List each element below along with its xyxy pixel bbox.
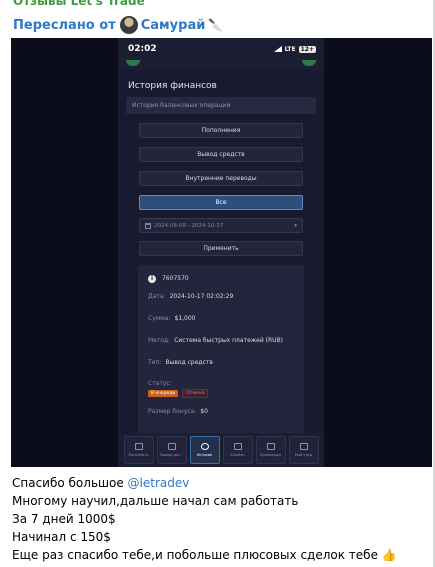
battery-icon: 12+ [298,45,316,53]
header-badge-left [126,60,140,66]
amount-label: Сумма: [148,315,171,322]
signal-icon [273,46,282,52]
status-bar: 02:02 LTE 12+ [118,38,324,60]
mention-link[interactable]: @letradev [128,476,190,490]
thumbs-up-emoji: 👍 [381,548,397,562]
withdraw-icon [167,443,176,450]
top-strip [118,60,324,70]
tab-label: История [196,453,213,457]
filter-all-button[interactable]: Все [139,195,303,210]
page-title: История финансов [128,81,217,91]
message-line-5: Еще раз спасибо тебе,и побольше плюсовых… [12,548,432,562]
trace-icon [299,443,308,450]
type-label: Тип: [148,359,162,366]
message-line-3: За 7 дней 1000$ [12,512,116,526]
tab-label: Кешбэк [230,453,245,457]
message-line-2: Многому научил,дальше начал сам работать [12,494,299,508]
filter-deposits-button[interactable]: Пополнения [139,123,303,138]
history-icon [200,443,209,450]
message-line-4: Начинал с 150$ [12,530,111,544]
date-range-picker[interactable]: 2024-08-09 - 2024-10-17 ▾ [139,218,303,233]
apply-button[interactable]: Применить [139,241,303,256]
calendar-icon [145,222,151,229]
transaction-type: Вывод средств [165,359,213,366]
transaction-id: 7607570 [162,275,189,282]
bottom-tab-bar: Пополнить Вывод сре... История Кешбэк Пр… [118,433,324,467]
tab-deposit[interactable]: Пополнить [123,436,154,464]
network-type: LTE [284,45,296,53]
transaction-amount: $1,000 [174,315,196,322]
phone-screen: 02:02 LTE 12+ История финансов История б… [118,38,324,467]
status-time: 02:02 [128,44,157,54]
transaction-date: 2024-10-17 02:02:29 [169,293,234,300]
message-bubble: Отзывы Let's Trade Переслано от Самурай … [0,0,435,567]
tab-label: Вывод сре... [160,453,183,457]
promo-icon [266,443,275,450]
attached-screenshot[interactable]: 02:02 LTE 12+ История финансов История б… [11,38,432,467]
chevron-down-icon: ▾ [294,222,297,229]
transaction-card: i 7607570 Дата: 2024-10-17 02:02:29 Сумм… [138,265,304,435]
date-label: Дата: [148,293,166,300]
bonus-value: $0 [200,408,208,415]
cancel-button[interactable]: Отмена [182,389,209,398]
wallet-icon [134,443,143,450]
forwarded-avatar[interactable] [119,16,138,34]
knife-emoji: 🔪 [208,18,224,32]
date-range-value: 2024-08-09 - 2024-10-17 [154,222,224,229]
filter-transfers-button[interactable]: Внутренние переводы [139,171,303,186]
channel-name[interactable]: Отзывы Let's Trade [13,0,145,8]
message-text: Спасибо большое [12,476,128,490]
status-badge: В очереди [148,390,179,397]
tab-label: Пополнить [128,453,149,457]
method-label: Метод: [148,337,171,344]
transaction-method: Система быстрых платежей (RUB) [174,337,284,344]
forwarded-from[interactable]: Самурай [141,18,206,33]
forwarded-header[interactable]: Переслано от Самурай 🔪 [13,16,223,34]
message-text: Еще раз спасибо тебе,и побольше плюсовых… [12,548,378,562]
cashback-icon [233,443,242,450]
header-badge-right [302,60,316,66]
bonus-label: Размер бонуса: [148,408,197,415]
forwarded-prefix: Переслано от [13,17,116,33]
tab-promocodes[interactable]: Промокоды [255,436,286,464]
tab-history[interactable]: История [189,436,220,464]
filter-withdrawals-button[interactable]: Вывод средств [139,147,303,162]
tab-cashback[interactable]: Кешбэк [222,436,253,464]
info-icon: i [148,274,156,283]
tab-my-trace[interactable]: Мой след [288,436,319,464]
message-line-1: Спасибо большое @letradev [12,476,432,490]
status-label: Статус: [148,380,172,387]
tab-withdraw[interactable]: Вывод сре... [156,436,187,464]
section-subheading: История балансовых операций [126,97,316,114]
tab-label: Мой след [294,453,313,457]
tab-label: Промокоды [259,453,282,457]
